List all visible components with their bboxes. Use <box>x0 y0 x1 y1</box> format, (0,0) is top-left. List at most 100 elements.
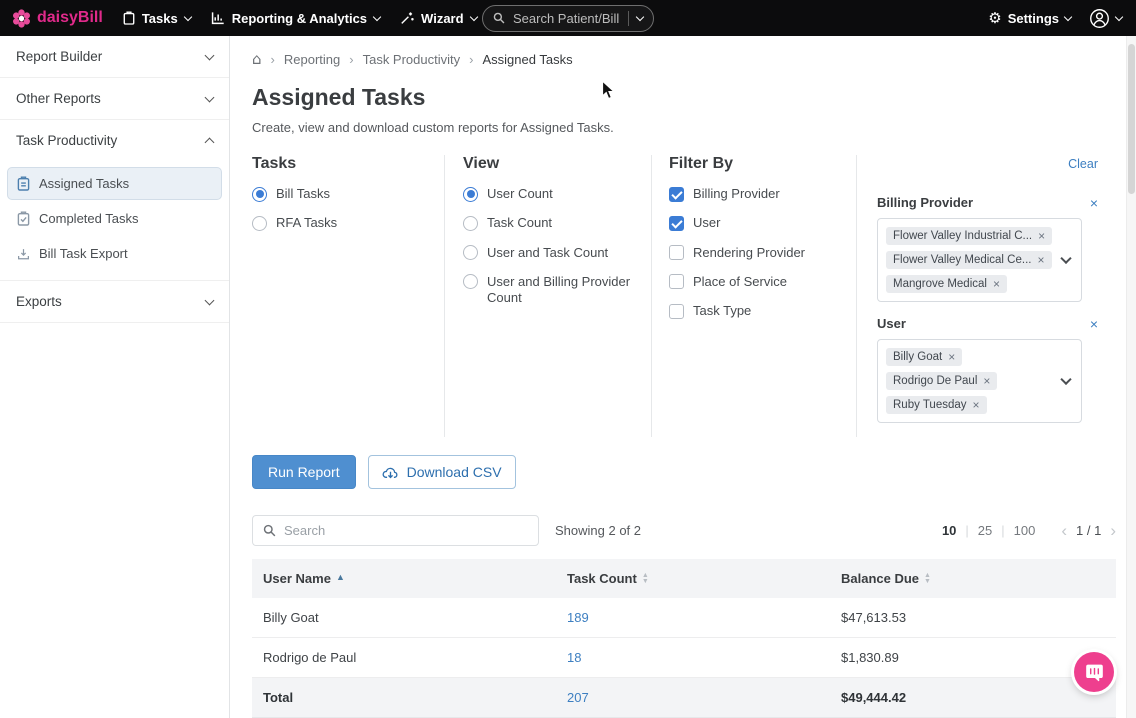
chevron-down-icon <box>205 295 215 305</box>
remove-tag-icon[interactable]: × <box>1038 230 1045 242</box>
chevron-down-icon[interactable] <box>1060 253 1071 264</box>
user-name-cell: Billy Goat <box>252 598 556 637</box>
tag-label: Flower Valley Medical Ce... <box>893 254 1031 266</box>
run-report-button[interactable]: Run Report <box>252 455 356 489</box>
table-header-row: User Name ▲ Task Count ▲▼ Balance Due ▲▼ <box>252 559 1116 598</box>
account-menu[interactable] <box>1089 8 1122 29</box>
checkbox-place-of-service[interactable]: Place of Service <box>669 274 856 290</box>
tag-label: Flower Valley Industrial C... <box>893 230 1032 242</box>
sidebar-item-assigned-tasks[interactable]: Assigned Tasks <box>7 167 222 200</box>
clear-filters-link[interactable]: Clear <box>1068 157 1098 171</box>
filter-group-label: Billing Provider <box>877 195 973 210</box>
nav-wizard[interactable]: Wizard <box>400 11 477 26</box>
column-header-user-name[interactable]: User Name ▲ <box>252 559 556 598</box>
radio-task-count[interactable]: Task Count <box>463 215 651 231</box>
total-task-count-link[interactable]: 207 <box>567 690 589 705</box>
showing-count: Showing 2 of 2 <box>555 523 641 538</box>
sidebar-section-other-reports[interactable]: Other Reports <box>0 78 229 120</box>
view-column: View User Count Task Count User and Task… <box>444 155 651 437</box>
table-search-input[interactable] <box>284 523 528 538</box>
chevron-down-icon[interactable] <box>1060 374 1071 385</box>
page-scrollbar[interactable] <box>1126 36 1136 718</box>
balance-due-cell: $47,613.53 <box>830 598 1116 637</box>
page-size-25[interactable]: 25 <box>978 523 992 538</box>
remove-filter-icon[interactable]: × <box>1090 196 1098 210</box>
top-pagination: ‹ 1 / 1 › <box>1061 522 1116 539</box>
tag-label: Mangrove Medical <box>893 278 987 290</box>
table-search-box[interactable] <box>252 515 539 546</box>
daisybill-logo[interactable]: daisyBill <box>12 9 103 28</box>
sidebar-item-completed-tasks[interactable]: Completed Tasks <box>7 202 222 235</box>
chevron-down-icon <box>636 12 644 20</box>
filter-tag: Mangrove Medical × <box>886 275 1007 293</box>
breadcrumb-task-productivity[interactable]: Task Productivity <box>363 52 461 67</box>
remove-tag-icon[interactable]: × <box>973 399 980 411</box>
tag-label: Rodrigo De Paul <box>893 375 977 387</box>
breadcrumb-assigned-tasks: Assigned Tasks <box>482 52 572 67</box>
filter-tag: Ruby Tuesday × <box>886 396 987 414</box>
search-icon <box>263 524 276 537</box>
column-header-balance-due[interactable]: Balance Due ▲▼ <box>830 559 1116 598</box>
radio-user-and-task-count[interactable]: User and Task Count <box>463 245 651 261</box>
chevron-down-icon <box>205 50 215 60</box>
download-csv-button[interactable]: Download CSV <box>368 455 516 489</box>
page-size-100[interactable]: 100 <box>1014 523 1036 538</box>
sort-icon: ▲▼ <box>642 573 649 584</box>
section-label: Report Builder <box>16 49 102 64</box>
nav-reporting-analytics[interactable]: Reporting & Analytics <box>211 11 380 26</box>
remove-tag-icon[interactable]: × <box>993 278 1000 290</box>
clipboard-check-icon <box>17 211 30 226</box>
task-count-link[interactable]: 18 <box>567 650 581 665</box>
column-header-task-count[interactable]: Task Count ▲▼ <box>556 559 830 598</box>
toolbar-right: 10 | 25 | 100 ‹ 1 / 1 › <box>942 522 1116 539</box>
radio-label: Bill Tasks <box>276 186 330 202</box>
radio-user-and-billing-provider-count[interactable]: User and Billing Provider Count <box>463 274 638 307</box>
home-icon[interactable]: ⌂ <box>252 50 262 68</box>
scrollbar-thumb[interactable] <box>1128 44 1135 194</box>
separator: | <box>1001 523 1004 538</box>
remove-tag-icon[interactable]: × <box>1037 254 1044 266</box>
billing-provider-multiselect[interactable]: Flower Valley Industrial C... × Flower V… <box>877 218 1082 302</box>
tasks-column: Tasks Bill Tasks RFA Tasks <box>252 155 444 437</box>
chat-launcher-button[interactable] <box>1074 652 1114 692</box>
report-config-panel: Tasks Bill Tasks RFA Tasks View User Cou… <box>252 155 1116 437</box>
remove-filter-icon[interactable]: × <box>1090 317 1098 331</box>
search-icon <box>493 12 505 24</box>
checkbox-label: Task Type <box>693 303 751 319</box>
page-title: Assigned Tasks <box>252 84 1116 111</box>
checkbox-rendering-provider[interactable]: Rendering Provider <box>669 245 856 261</box>
sidebar-section-task-productivity[interactable]: Task Productivity <box>0 120 229 161</box>
chevron-down-icon <box>205 92 215 102</box>
radio-rfa-tasks[interactable]: RFA Tasks <box>252 215 444 231</box>
task-count-link[interactable]: 189 <box>567 610 589 625</box>
checkbox-billing-provider[interactable]: Billing Provider <box>669 186 856 202</box>
checkbox-task-type[interactable]: Task Type <box>669 303 856 319</box>
next-page-icon[interactable]: › <box>1110 522 1116 539</box>
page-size-10[interactable]: 10 <box>942 523 956 538</box>
chat-icon <box>1085 663 1104 682</box>
user-multiselect[interactable]: Billy Goat × Rodrigo De Paul × Ruby Tues… <box>877 339 1082 423</box>
table-row: Billy Goat 189 $47,613.53 <box>252 598 1116 638</box>
sidebar-section-report-builder[interactable]: Report Builder <box>0 36 229 78</box>
page-size-selector: 10 | 25 | 100 <box>942 523 1035 538</box>
nav-tasks[interactable]: Tasks <box>123 11 191 26</box>
filter-tag: Billy Goat × <box>886 348 962 366</box>
column-label: User Name <box>263 571 331 586</box>
radio-user-count[interactable]: User Count <box>463 186 651 202</box>
patient-bill-search[interactable]: Search Patient/Bill <box>482 5 654 32</box>
radio-bill-tasks[interactable]: Bill Tasks <box>252 186 444 202</box>
breadcrumb-reporting[interactable]: Reporting <box>284 52 340 67</box>
sidebar-item-bill-task-export[interactable]: Bill Task Export <box>7 237 222 270</box>
prev-page-icon[interactable]: ‹ <box>1061 522 1067 539</box>
settings-menu[interactable]: ⚙ Settings <box>988 11 1071 26</box>
remove-tag-icon[interactable]: × <box>983 375 990 387</box>
cloud-download-icon <box>382 465 399 479</box>
sidebar-section-exports[interactable]: Exports <box>0 281 229 323</box>
breadcrumb: ⌂ › Reporting › Task Productivity › Assi… <box>252 50 1116 68</box>
checkbox-user[interactable]: User <box>669 215 856 231</box>
view-heading: View <box>463 155 651 173</box>
sort-asc-icon: ▲ <box>336 572 345 582</box>
breadcrumb-separator: › <box>271 52 275 67</box>
user-avatar-icon <box>1089 8 1110 29</box>
remove-tag-icon[interactable]: × <box>948 351 955 363</box>
